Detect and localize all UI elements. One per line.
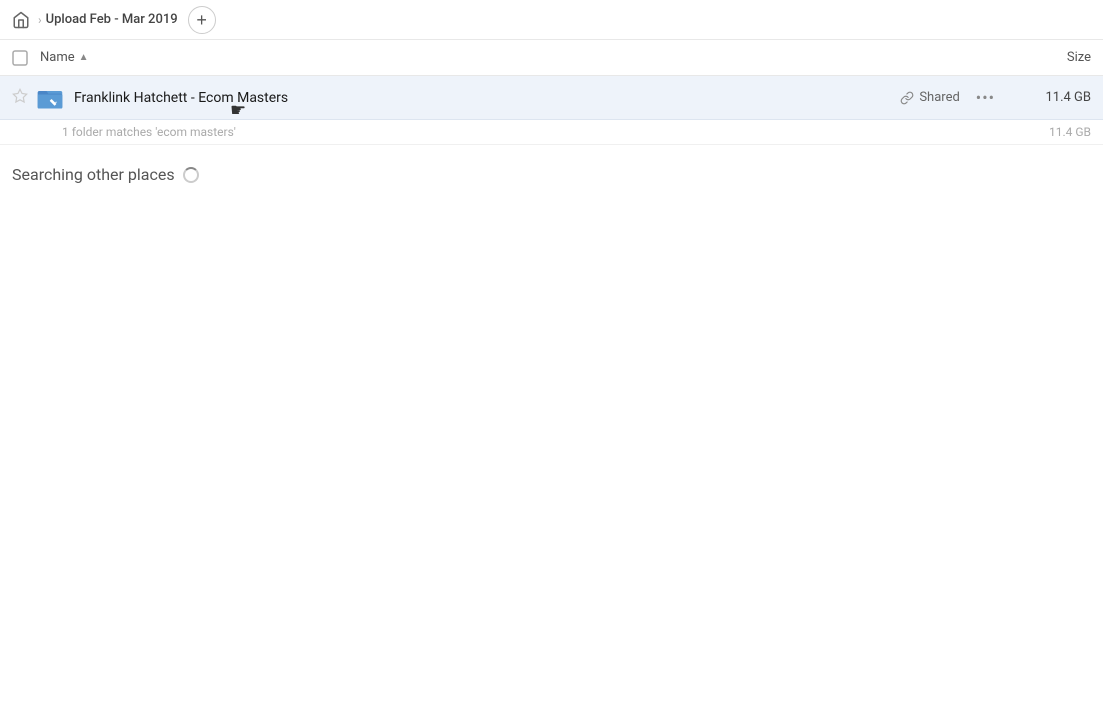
table-header: Name ▲ Size — [0, 40, 1103, 76]
match-text: 1 folder matches 'ecom masters' — [62, 125, 1011, 139]
home-button[interactable] — [12, 11, 30, 29]
breadcrumb-title: Upload Feb - Mar 2019 — [46, 12, 178, 27]
file-size-value: 11.4 GB — [1011, 90, 1091, 105]
searching-section: Searching other places — [0, 145, 1103, 194]
match-summary-row: 1 folder matches 'ecom masters' 11.4 GB — [0, 120, 1103, 145]
loading-spinner — [183, 167, 199, 183]
table-row[interactable]: Franklink Hatchett - Ecom Masters Shared… — [0, 76, 1103, 120]
header-breadcrumb: › Upload Feb - Mar 2019 + — [0, 0, 1103, 40]
more-options-button[interactable]: ••• — [976, 88, 995, 107]
sort-arrow-icon: ▲ — [79, 52, 89, 63]
star-icon[interactable] — [12, 88, 34, 108]
searching-label: Searching other places — [12, 165, 175, 184]
shared-label: Shared — [919, 90, 959, 105]
column-size-header: Size — [991, 50, 1091, 65]
select-all-checkbox[interactable] — [12, 50, 40, 66]
column-name-header[interactable]: Name ▲ — [40, 50, 991, 65]
folder-icon — [34, 82, 66, 114]
breadcrumb-separator: › — [38, 13, 42, 27]
file-name-label: Franklink Hatchett - Ecom Masters — [74, 90, 900, 106]
match-size: 11.4 GB — [1011, 125, 1091, 139]
add-button[interactable]: + — [188, 6, 216, 34]
shared-badge: Shared — [900, 90, 959, 105]
